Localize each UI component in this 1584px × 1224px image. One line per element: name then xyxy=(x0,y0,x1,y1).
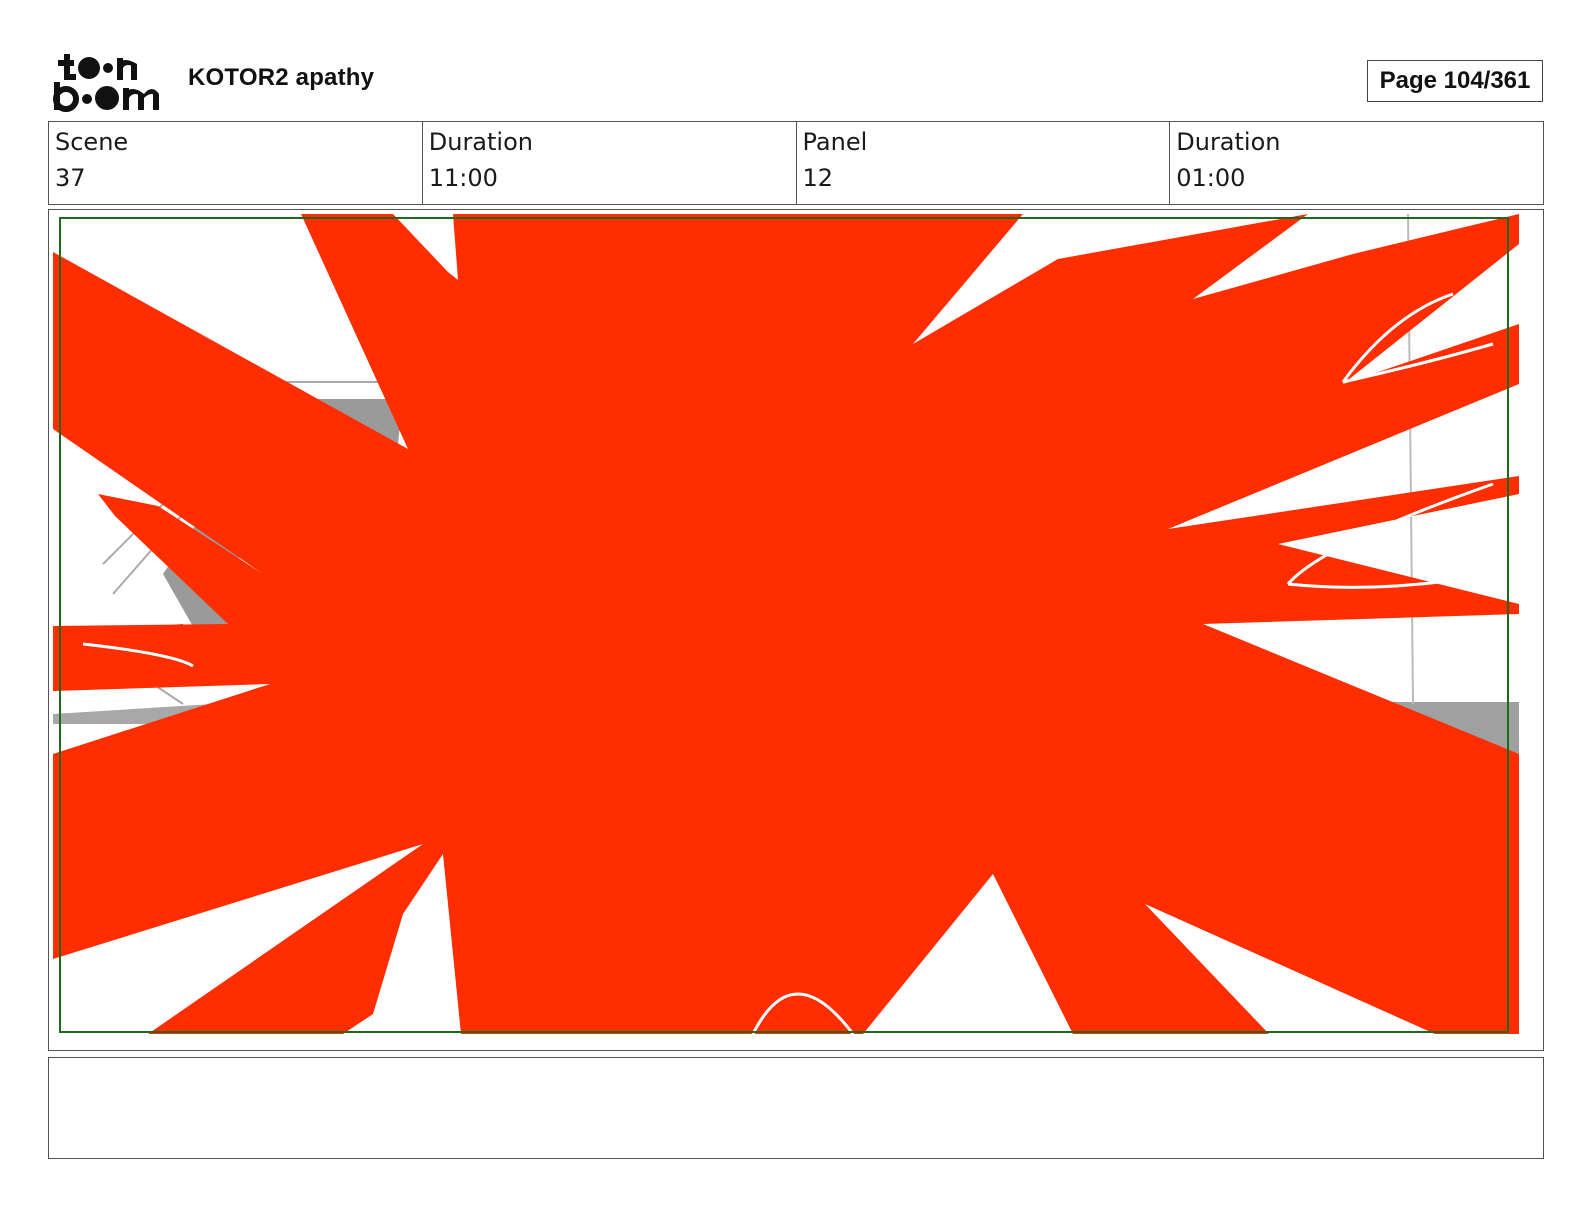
panel-duration-value: 01:00 xyxy=(1176,164,1246,192)
page-indicator: Page 104/361 xyxy=(1367,60,1543,102)
scene-label: Scene xyxy=(55,128,129,156)
scene-cell: Scene 37 xyxy=(49,122,423,204)
panel-duration-cell: Duration 01:00 xyxy=(1170,122,1543,204)
panel-label: Panel xyxy=(802,128,868,156)
storyboard-panel xyxy=(48,209,1544,1051)
scene-duration-cell: Duration 11:00 xyxy=(423,122,797,204)
panel-duration-label: Duration xyxy=(1176,128,1281,156)
project-title: KOTOR2 apathy xyxy=(188,64,375,91)
panel-notes-box xyxy=(48,1057,1544,1159)
scene-duration-value: 11:00 xyxy=(428,164,498,192)
panel-drawing xyxy=(53,214,1539,1046)
scene-duration-label: Duration xyxy=(428,128,533,156)
scene-value: 37 xyxy=(55,164,86,192)
panel-value: 12 xyxy=(802,164,834,192)
scene-info-table: Scene 37 Duration 11:00 Panel 12 Duratio… xyxy=(48,121,1544,205)
panel-cell: Panel 12 xyxy=(797,122,1171,204)
toon-boom-logo xyxy=(53,54,159,112)
